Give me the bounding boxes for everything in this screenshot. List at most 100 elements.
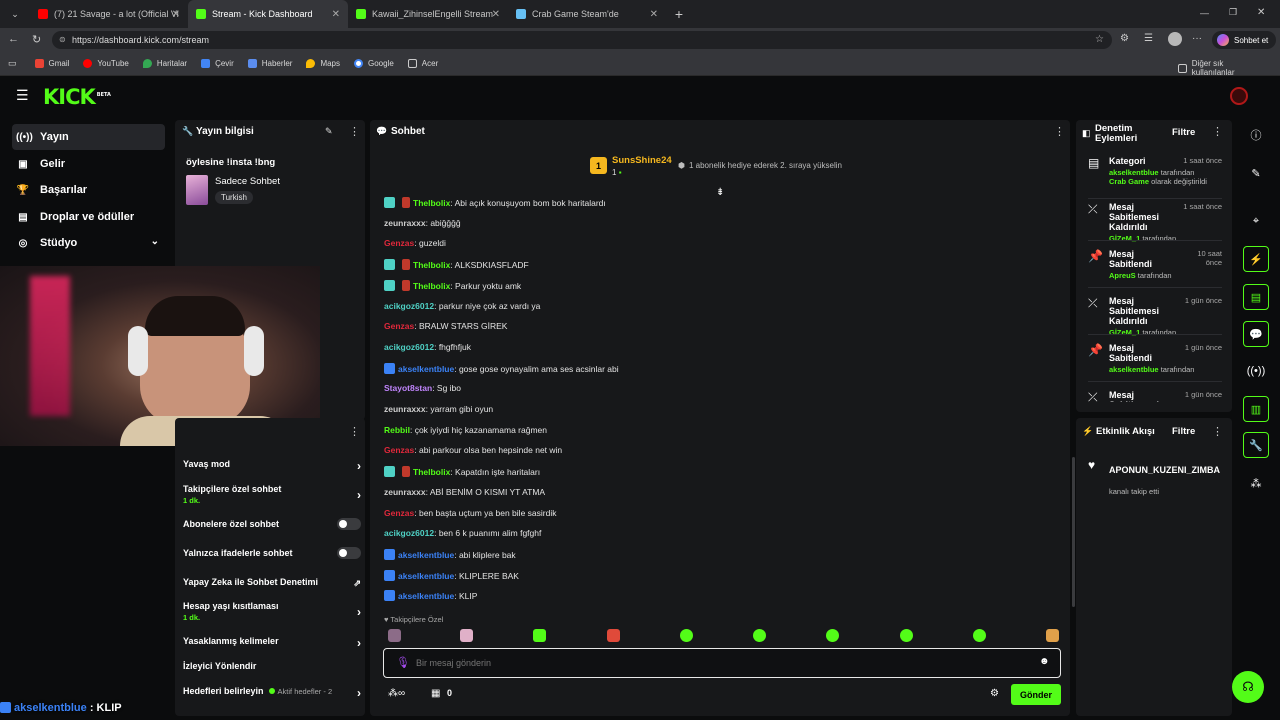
moderator-name[interactable]: akselkentblue [1109,365,1159,374]
minimize-button[interactable]: — [1200,8,1209,18]
kebab-menu-icon[interactable]: ⋮ [1212,125,1223,138]
notes-panel-icon[interactable]: ▤ [1243,284,1269,310]
chat-username[interactable]: Genzas [384,445,414,455]
setting-account-age[interactable]: Hesap yaşı kısıtlaması 1 dk. › [183,601,363,622]
tab-youtube[interactable]: (7) 21 Savage - a lot (Official Vide ✕ [30,0,188,28]
maximize-button[interactable]: ❐ [1229,7,1237,18]
chat-username[interactable]: Genzas [384,508,414,518]
store-icon[interactable]: ▦ [431,688,440,699]
bookmark-haberler[interactable]: Haberler [247,59,292,68]
bookmark-youtube[interactable]: YouTube [83,59,129,68]
lightning-panel-icon[interactable]: ⚡ [1243,246,1269,272]
kebab-menu-icon[interactable]: ⋮ [1212,425,1223,438]
setting-subscribers-only[interactable]: Abonelere özel sohbet [183,518,363,530]
chat-username[interactable]: Genzas [384,321,414,331]
emote-kick[interactable] [533,629,546,642]
kick-logo[interactable]: KICK BETA [43,85,111,109]
send-button[interactable]: Gönder [1011,684,1061,705]
moderator-name[interactable]: akselkentblue [1109,168,1159,177]
chat-username[interactable]: zeunraxxx [384,218,426,228]
copilot-chat-button[interactable]: Sohbet et [1212,31,1277,49]
chat-username[interactable]: Thelbolix [413,467,450,477]
emote-avatar[interactable] [460,629,473,642]
moderator-name[interactable]: GİZeM_1 [1109,234,1140,243]
follower-name[interactable]: APONUN_KUZENI_ZIMBA [1109,465,1222,475]
url-field[interactable]: ⊜ https://dashboard.kick.com/stream ☆ [52,31,1112,49]
setting-goals[interactable]: Hedefleri belirleyin Aktif hedefler - 2 › [183,686,363,700]
chat-username[interactable]: akselkentblue [398,571,454,581]
window-close-button[interactable]: ✕ [1257,7,1265,18]
kebab-menu-icon[interactable]: ⋮ [349,125,360,138]
hamburger-menu-icon[interactable]: ☰ [16,87,29,104]
nav-gelir[interactable]: ▣ Gelir [12,151,165,177]
chat-username[interactable]: akselkentblue [398,364,454,374]
close-tab-icon[interactable]: ✕ [492,9,500,20]
chat-scrollbar[interactable] [1072,457,1075,607]
kebab-menu-icon[interactable]: ⋮ [1054,125,1065,138]
bookmark-haritalar[interactable]: Haritalar [142,59,187,68]
chat-username[interactable]: Genzas [384,238,414,248]
emote-avatar[interactable] [388,629,401,642]
emote-blob[interactable] [973,629,986,642]
favorites-icon[interactable]: ☰ [1144,33,1153,44]
chat-username[interactable]: akselkentblue [398,550,454,560]
bookmark-gmail[interactable]: Gmail [34,59,69,68]
nav-droplar[interactable]: ▤ Droplar ve ödüller [12,204,165,230]
edit-icon[interactable]: ✎ [1243,160,1269,186]
profile-avatar[interactable] [1168,32,1182,46]
channel-points-icon[interactable]: ⁂∞ [388,688,405,699]
chat-username[interactable]: Rebbil [384,425,410,435]
nav-yayin[interactable]: ((•)) Yayın [12,124,165,150]
setting-emote-only[interactable]: Yalnızca ifadelerle sohbet [183,547,363,559]
bookmark-acer[interactable]: Acer [407,59,438,68]
moderation-filter-button[interactable]: Filtre [1172,127,1195,138]
moderation-panel-icon[interactable]: ▥ [1243,396,1269,422]
setting-slow-mode[interactable]: Yavaş mod › [183,459,363,473]
setting-banned-words[interactable]: Yasaklanmış kelimeler › [183,636,363,650]
support-chat-button[interactable]: ☊ [1232,671,1264,703]
moderator-name[interactable]: ApreuS [1109,271,1136,280]
tab-kick-dashboard[interactable]: Stream - Kick Dashboard ✕ [188,0,348,28]
bookmark-other-folder[interactable]: Diğer sık kullanılanlar [1178,59,1266,77]
chat-username[interactable]: Thelbolix [413,260,450,270]
tab-steam[interactable]: Crab Game Steam'de ✕ [508,0,666,28]
site-info-icon[interactable]: ⊜ [59,35,66,44]
emote-angry[interactable] [607,629,620,642]
back-icon[interactable]: ← [8,33,19,45]
setting-ai-moderation[interactable]: Yapay Zeka ile Sohbet Denetimi ⇗ [183,577,363,588]
emote-bubble[interactable] [753,629,766,642]
focus-icon[interactable]: ⌖ [1243,208,1269,234]
nav-basarilar[interactable]: 🏆 Başarılar [12,177,165,203]
chat-username[interactable]: acikgoz6012 [384,528,434,538]
info-icon[interactable]: ⓘ [1243,122,1269,148]
chat-username[interactable]: zeunraxxx [384,487,426,497]
bookmark-maps[interactable]: Maps [306,59,340,68]
extensions-icon[interactable]: ⚙ [1120,33,1129,44]
chat-username[interactable]: akselkentblue [398,591,454,601]
emote-ball[interactable] [680,629,693,642]
more-menu-icon[interactable]: ··· [1192,33,1202,44]
chat-username[interactable]: zeunraxxx [384,404,426,414]
sidebar-toggle-icon[interactable]: ▭ [8,58,17,69]
chat-settings-gear-icon[interactable]: ⚙ [990,688,999,699]
user-avatar[interactable] [1230,87,1248,105]
bookmark-google[interactable]: Google [354,59,394,68]
chevron-down-icon[interactable]: ⌄ [151,236,159,247]
language-tag[interactable]: Turkish [215,191,253,204]
emote-smile[interactable] [900,629,913,642]
chat-username[interactable]: Stayot8stan [384,383,432,393]
kebab-menu-icon[interactable]: ⋮ [349,425,360,438]
bookmark-cevir[interactable]: Çevir [201,59,234,68]
tools-panel-icon[interactable]: 🔧 [1243,432,1269,458]
close-tab-icon[interactable]: ✕ [332,9,340,20]
edit-pencil-icon[interactable]: ✎ [325,126,333,137]
close-tab-icon[interactable]: ✕ [650,9,658,20]
nav-studyo[interactable]: ◎ Stüdyo ⌄ [12,230,165,256]
category-name[interactable]: Crab Game [1109,177,1149,186]
setting-followers-only[interactable]: Takipçilere özel sohbet 1 dk. › [183,484,363,505]
chat-username[interactable]: acikgoz6012 [384,342,434,352]
favorite-star-icon[interactable]: ☆ [1095,34,1104,45]
emote-only-toggle[interactable] [337,547,361,559]
top-gifter-name[interactable]: SunsShine24 [612,155,672,166]
new-tab-button[interactable]: + [666,6,692,22]
